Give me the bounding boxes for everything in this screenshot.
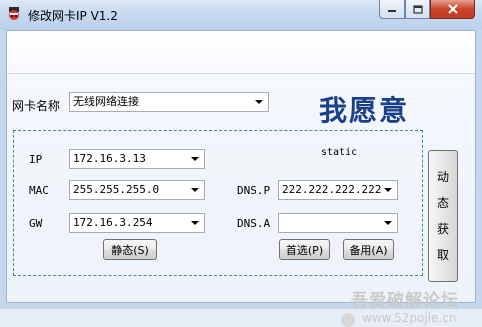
dns-alternate-field[interactable]: [278, 213, 398, 233]
minimize-icon: [388, 10, 396, 12]
watermark-logo-icon: [341, 313, 355, 327]
dynamic-char-2: 态: [436, 196, 449, 210]
mac-label: MAC: [29, 184, 49, 197]
chevron-down-icon[interactable]: [188, 215, 202, 231]
adapter-select[interactable]: 无线网络连接: [69, 92, 269, 112]
gw-field[interactable]: 172.16.3.254: [69, 213, 205, 233]
watermark-text: 吾爱破解论坛: [351, 291, 459, 311]
mac-value: 255.255.255.0: [73, 183, 160, 196]
static-button[interactable]: 静态(S): [103, 239, 157, 260]
chevron-down-icon[interactable]: [188, 151, 202, 167]
app-icon: [9, 7, 19, 20]
dynamic-char-3: 获: [436, 222, 449, 236]
header-separator: [7, 73, 475, 74]
chevron-down-icon[interactable]: [252, 94, 266, 110]
dns-alternate-label: DNS.A: [237, 217, 271, 230]
dynamic-char-4: 取: [436, 248, 449, 262]
window-title: 修改网卡IP V1.2: [28, 9, 118, 23]
title-bar: 修改网卡IP V1.2: [0, 0, 482, 30]
dynamic-char-1: 动: [436, 170, 449, 184]
main-panel: 网卡名称 无线网络连接 我愿意 static IP 172.16.3.13 MA…: [6, 30, 476, 327]
gw-label: GW: [29, 217, 43, 230]
close-button[interactable]: [430, 0, 475, 19]
ip-label: IP: [29, 153, 43, 166]
dns-primary-label: DNS.P: [237, 184, 271, 197]
minimize-button[interactable]: [379, 0, 405, 19]
window-border-right: [476, 30, 482, 309]
dns-primary-field[interactable]: 222.222.222.222: [278, 180, 398, 200]
backup-dns-button[interactable]: 备用(A): [343, 239, 394, 260]
adapter-value: 无线网络连接: [73, 95, 139, 108]
chevron-down-icon[interactable]: [381, 182, 395, 198]
chevron-down-icon[interactable]: [188, 182, 202, 198]
banner-text: 我愿意: [319, 94, 410, 127]
adapter-label: 网卡名称: [12, 99, 61, 113]
chevron-down-icon[interactable]: [381, 215, 395, 231]
maximize-button[interactable]: [405, 0, 430, 19]
watermark-url: www.52pojie.cn: [362, 311, 457, 325]
mode-label: static: [321, 147, 358, 158]
gw-value: 172.16.3.254: [73, 216, 153, 229]
ip-value: 172.16.3.13: [73, 152, 146, 165]
close-icon: [447, 4, 458, 14]
ip-field[interactable]: 172.16.3.13: [69, 149, 205, 169]
maximize-icon: [412, 4, 423, 14]
primary-dns-button[interactable]: 首选(P): [279, 239, 330, 260]
mac-field[interactable]: 255.255.255.0: [69, 180, 205, 200]
dns-primary-value: 222.222.222.222: [282, 183, 382, 196]
dynamic-acquire-button[interactable]: 动 态 获 取: [428, 150, 458, 282]
